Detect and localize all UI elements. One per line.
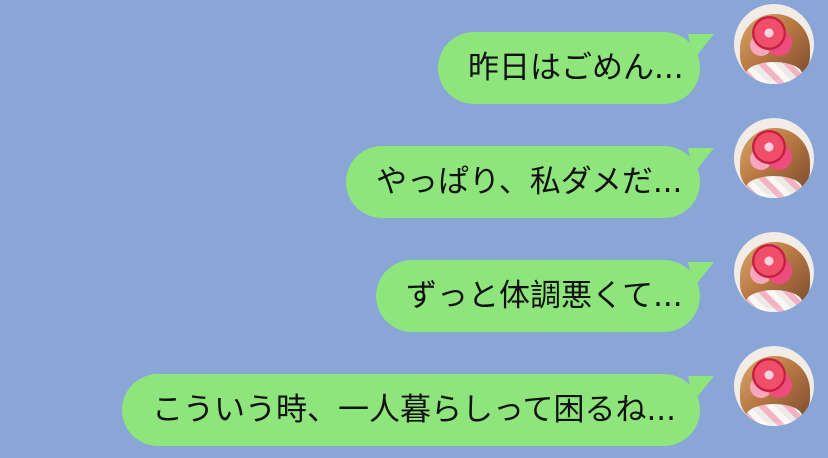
- user-avatar-icon[interactable]: [734, 4, 814, 84]
- kimono-icon: [746, 176, 802, 198]
- user-avatar-icon[interactable]: [734, 232, 814, 312]
- message-row: こういう時、一人暮らしって困るね...: [0, 346, 828, 446]
- user-avatar-icon[interactable]: [734, 118, 814, 198]
- flower-icon: [752, 16, 786, 50]
- message-row: ずっと体調悪くて...: [0, 232, 828, 332]
- kimono-icon: [746, 62, 802, 84]
- kimono-icon: [746, 404, 802, 426]
- kimono-icon: [746, 290, 802, 312]
- flower-icon: [752, 130, 786, 164]
- user-avatar-icon[interactable]: [734, 346, 814, 426]
- message-row: 昨日はごめん...: [0, 4, 828, 104]
- message-row: やっぱり、私ダメだ...: [0, 118, 828, 218]
- flower-icon: [752, 244, 786, 278]
- message-bubble[interactable]: こういう時、一人暮らしって困るね...: [122, 374, 700, 446]
- message-bubble[interactable]: ずっと体調悪くて...: [376, 260, 700, 332]
- message-bubble[interactable]: やっぱり、私ダメだ...: [346, 146, 700, 218]
- flower-icon: [752, 358, 786, 392]
- message-bubble[interactable]: 昨日はごめん...: [438, 32, 700, 104]
- chat-view: 昨日はごめん... やっぱり、私ダメだ... ずっと体調悪くて... こういう時…: [0, 0, 828, 458]
